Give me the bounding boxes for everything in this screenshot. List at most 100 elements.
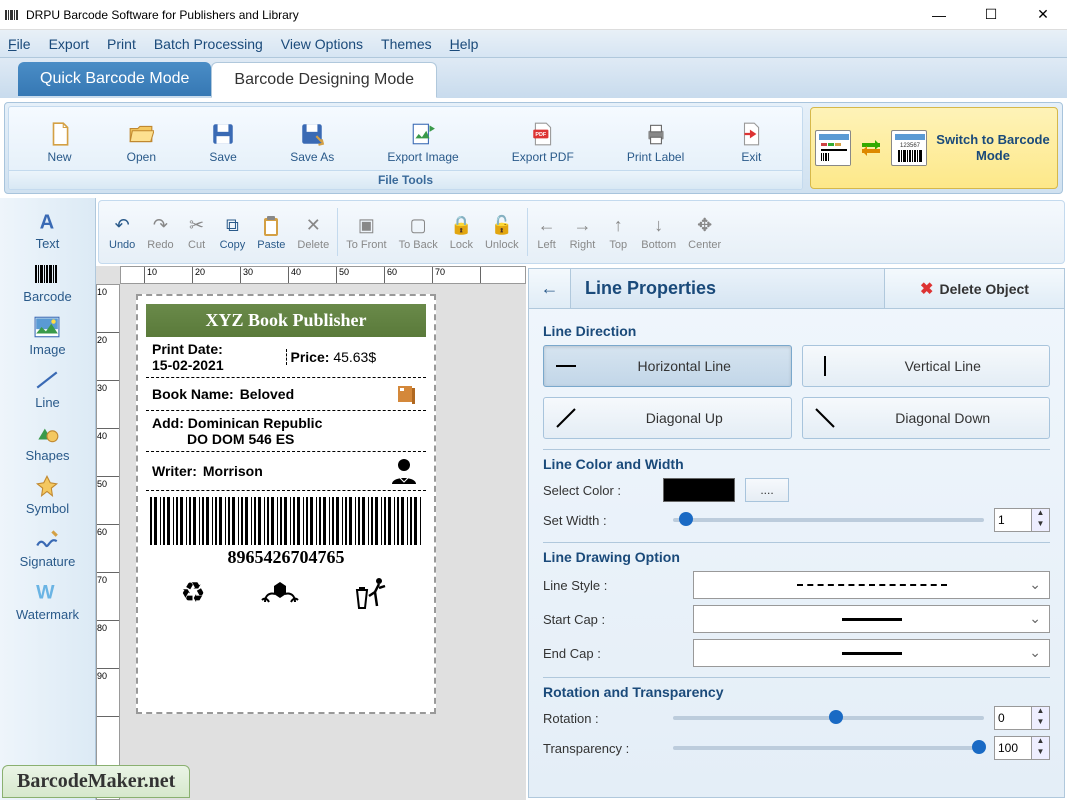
print-label-button[interactable]: Print Label — [621, 118, 690, 166]
person-icon — [388, 456, 420, 486]
select-color-label: Select Color : — [543, 483, 663, 498]
menu-export[interactable]: Export — [49, 36, 89, 52]
transparency-label: Transparency : — [543, 741, 663, 756]
switch-to-barcode-mode-button[interactable]: 123567 Switch to Barcode Mode — [810, 107, 1058, 189]
edit-toolbar: ↶Undo ↷Redo ✂Cut ⧉Copy Paste ✕Delete ▣To… — [98, 200, 1065, 264]
props-back-button[interactable]: ← — [529, 269, 571, 308]
tab-quick-barcode[interactable]: Quick Barcode Mode — [18, 62, 211, 96]
start-cap-dropdown[interactable] — [693, 605, 1050, 633]
unlock-button[interactable]: 🔓Unlock — [479, 210, 525, 255]
align-bottom-button[interactable]: ↓Bottom — [635, 210, 682, 255]
direction-diagonal-down-button[interactable]: Diagonal Down — [802, 397, 1051, 439]
tool-symbol[interactable]: Symbol — [0, 469, 95, 522]
rotation-slider[interactable] — [673, 716, 984, 720]
menu-batch[interactable]: Batch Processing — [154, 36, 263, 52]
save-button[interactable]: Save — [203, 118, 243, 166]
label-design[interactable]: XYZ Book Publisher Print Date:15-02-2021… — [136, 294, 436, 714]
align-left-button[interactable]: ←Left — [530, 210, 564, 255]
tool-watermark[interactable]: W Watermark — [0, 575, 95, 628]
width-slider[interactable] — [673, 518, 984, 522]
align-top-button[interactable]: ↑Top — [601, 210, 635, 255]
direction-vertical-button[interactable]: Vertical Line — [802, 345, 1051, 387]
export-pdf-button[interactable]: PDF Export PDF — [506, 118, 580, 166]
main-area: A Text Barcode Image Line Shapes Symbol … — [0, 198, 1067, 800]
saveas-button[interactable]: Save As — [284, 118, 340, 166]
rotation-spinner[interactable]: ▲▼ — [994, 706, 1050, 730]
line-style-dropdown[interactable] — [693, 571, 1050, 599]
exit-button[interactable]: Exit — [731, 118, 771, 166]
pdf-icon: PDF — [529, 120, 557, 148]
rotation-input[interactable] — [995, 707, 1031, 729]
saveas-icon — [298, 120, 326, 148]
barcode-visual[interactable] — [150, 497, 422, 545]
copy-icon: ⧉ — [221, 214, 243, 238]
section-rotation: Rotation and Transparency — [543, 684, 1050, 700]
align-right-button[interactable]: →Right — [564, 210, 602, 255]
redo-button[interactable]: ↷Redo — [141, 210, 179, 255]
ribbon: New Open Save Save As Export Image PDF E… — [4, 102, 1063, 194]
tool-barcode[interactable]: Barcode — [0, 257, 95, 310]
tool-shapes[interactable]: Shapes — [0, 416, 95, 469]
tab-barcode-designing[interactable]: Barcode Designing Mode — [211, 62, 437, 98]
transparency-spinner[interactable]: ▲▼ — [994, 736, 1050, 760]
export-image-icon — [409, 120, 437, 148]
copy-button[interactable]: ⧉Copy — [214, 210, 252, 255]
rotation-label: Rotation : — [543, 711, 663, 726]
end-cap-dropdown[interactable] — [693, 639, 1050, 667]
export-image-button[interactable]: Export Image — [381, 118, 464, 166]
to-front-button[interactable]: ▣To Front — [340, 210, 392, 255]
canvas[interactable]: 10 20 30 40 50 60 70 10 20 30 40 50 — [96, 266, 526, 800]
menu-themes[interactable]: Themes — [381, 36, 432, 52]
menu-file[interactable]: File — [8, 36, 31, 52]
tool-text[interactable]: A Text — [0, 204, 95, 257]
tool-image[interactable]: Image — [0, 310, 95, 363]
diagonal-up-icon — [554, 406, 578, 430]
maximize-button[interactable]: ☐ — [971, 1, 1011, 29]
align-center-button[interactable]: ✥Center — [682, 210, 727, 255]
menu-help[interactable]: Help — [450, 36, 479, 52]
new-button[interactable]: New — [40, 118, 80, 166]
direction-diagonal-up-button[interactable]: Diagonal Up — [543, 397, 792, 439]
canvas-area: 10 20 30 40 50 60 70 10 20 30 40 50 — [96, 266, 526, 800]
tool-line[interactable]: Line — [0, 363, 95, 416]
cut-button[interactable]: ✂Cut — [180, 210, 214, 255]
width-input[interactable] — [995, 509, 1031, 531]
paste-button[interactable]: Paste — [251, 210, 291, 255]
section-line-direction: Line Direction — [543, 323, 1050, 339]
tool-signature[interactable]: Signature — [0, 522, 95, 575]
open-folder-icon — [127, 120, 155, 148]
align-left-icon: ← — [536, 214, 558, 238]
file-tools-group-label: File Tools — [9, 170, 802, 189]
shapes-tool-icon — [34, 422, 62, 446]
vertical-line-icon — [813, 354, 837, 378]
direction-horizontal-button[interactable]: Horizontal Line — [543, 345, 792, 387]
menubar: File Export Print Batch Processing View … — [0, 30, 1067, 58]
transparency-slider[interactable] — [673, 746, 984, 750]
to-back-button[interactable]: ▢To Back — [393, 210, 444, 255]
close-button[interactable]: ✕ — [1023, 1, 1063, 29]
lock-button[interactable]: 🔒Lock — [444, 210, 479, 255]
delete-button[interactable]: ✕Delete — [291, 210, 335, 255]
printer-icon — [642, 120, 670, 148]
transparency-input[interactable] — [995, 737, 1031, 759]
paste-icon — [260, 214, 282, 238]
window-title: DRPU Barcode Software for Publishers and… — [26, 8, 919, 22]
props-title: Line Properties — [571, 269, 884, 308]
barcode-tool-icon — [34, 263, 62, 287]
minimize-button[interactable]: — — [919, 1, 959, 29]
color-swatch[interactable] — [663, 478, 735, 502]
barcode-number[interactable]: 8965426704765 — [146, 545, 426, 574]
open-button[interactable]: Open — [121, 118, 162, 166]
swap-arrows-icon — [857, 134, 885, 162]
file-tools-group: New Open Save Save As Export Image PDF E… — [8, 106, 803, 190]
width-spinner[interactable]: ▲▼ — [994, 508, 1050, 532]
delete-x-icon: ✖ — [920, 279, 933, 299]
label-icons: ♻ — [146, 574, 426, 612]
delete-object-button[interactable]: ✖ Delete Object — [884, 269, 1064, 308]
label-publisher[interactable]: XYZ Book Publisher — [146, 304, 426, 337]
ruler-vertical: 10 20 30 40 50 60 70 80 90 — [96, 284, 120, 800]
menu-view[interactable]: View Options — [281, 36, 363, 52]
color-picker-button[interactable]: .... — [745, 478, 789, 502]
menu-print[interactable]: Print — [107, 36, 136, 52]
undo-button[interactable]: ↶Undo — [103, 210, 141, 255]
